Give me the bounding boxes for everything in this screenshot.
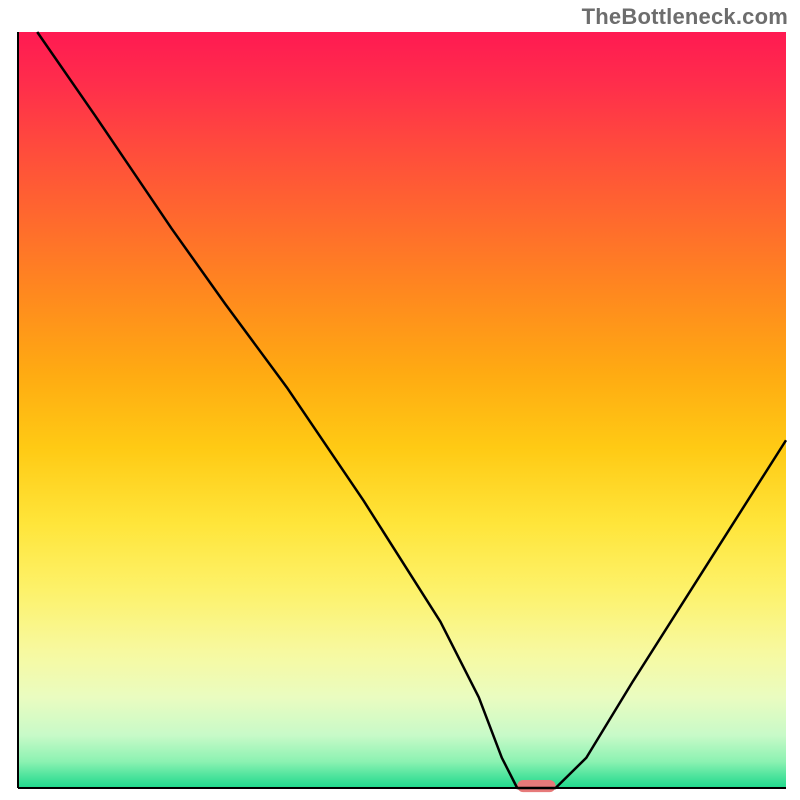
bottleneck-chart <box>0 0 800 800</box>
gradient-background <box>18 32 786 788</box>
watermark-text: TheBottleneck.com <box>582 4 788 30</box>
optimum-marker <box>517 780 555 792</box>
chart-container: TheBottleneck.com <box>0 0 800 800</box>
